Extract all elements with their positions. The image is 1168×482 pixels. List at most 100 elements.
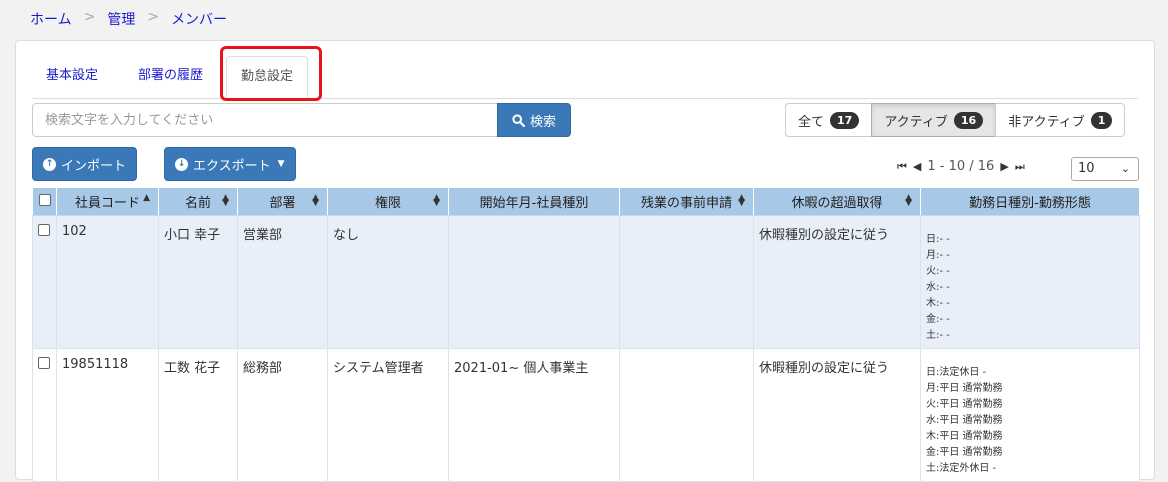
count-badge: 16 xyxy=(953,111,984,129)
cell-department: 営業部 xyxy=(237,215,328,349)
filter-all-button[interactable]: 全て 17 xyxy=(785,103,873,137)
header-leave[interactable]: 休暇の超過取得 ▲ ▼ xyxy=(753,187,921,216)
cell-overtime xyxy=(619,348,754,482)
search-icon xyxy=(512,113,525,127)
schedule-line: 火:平日 通常勤務 xyxy=(926,399,1003,410)
header-start-type: 開始年月-社員種別 xyxy=(448,187,620,216)
cell-start-type: 2021-01~ 個人事業主 xyxy=(448,348,620,482)
header-label: 残業の事前申請 xyxy=(640,196,732,211)
breadcrumb-separator: > xyxy=(83,9,96,25)
cell-role: システム管理者 xyxy=(327,348,449,482)
header-overtime[interactable]: 残業の事前申請 ▲ ▼ xyxy=(619,187,754,216)
breadcrumb-home[interactable]: ホーム xyxy=(30,9,72,29)
search-button[interactable]: 検索 xyxy=(497,103,571,137)
cell-leave: 休暇種別の設定に従う xyxy=(753,348,921,482)
schedule-line: 日:法定休日 - xyxy=(926,367,987,378)
select-all-checkbox[interactable] xyxy=(39,193,51,206)
header-label: 権限 xyxy=(374,196,401,211)
tab-basic-settings[interactable]: 基本設定 xyxy=(32,56,112,99)
cell-name[interactable]: 小口 幸子 xyxy=(158,215,238,349)
chevron-down-icon: ⌄ xyxy=(1120,162,1130,175)
header-label: 名前 xyxy=(184,196,211,211)
cell-leave: 休暇種別の設定に従う xyxy=(753,215,921,349)
schedule-line: 火:- - xyxy=(926,266,950,277)
schedule-line: 月:平日 通常勤務 xyxy=(926,383,1003,394)
row-checkbox[interactable] xyxy=(38,357,50,369)
cell-overtime xyxy=(619,215,754,349)
header-label: 勤務日種別-勤務形態 xyxy=(969,196,1091,211)
cell-schedule: 日:- - 月:- - 火:- - 水:- - 木:- - 金:- - 土:- … xyxy=(920,215,1140,349)
schedule-line: 金:- - xyxy=(926,314,950,325)
cell-department: 総務部 xyxy=(237,348,328,482)
members-table: 社員コード ▲ 名前 ▲ ▼ 部署 ▲ ▼ 権限 ▲ ▼ 開始年月-社員種別 残業の事前申請 ▲… xyxy=(32,187,1140,482)
tab-attendance-settings[interactable]: 勤怠設定 xyxy=(226,56,309,99)
schedule-line: 月:- - xyxy=(926,250,950,261)
cell-employee-code: 102 xyxy=(56,215,159,349)
sort-asc-icon: ▲ xyxy=(143,193,150,203)
row-checkbox[interactable] xyxy=(38,224,50,236)
next-page-icon[interactable]: ▶ xyxy=(1000,160,1008,173)
upload-icon: ↑ xyxy=(43,157,56,171)
pager: ⏮ ◀ 1 - 10 / 16 ▶ ⏭ xyxy=(897,159,1025,174)
count-badge: 17 xyxy=(830,111,860,129)
header-label: 部署 xyxy=(269,196,296,211)
table-row: 19851118 工数 花子 総務部 システム管理者 2021-01~ 個人事業… xyxy=(32,348,1140,482)
breadcrumb-members[interactable]: メンバー xyxy=(171,9,227,29)
search-button-label: 検索 xyxy=(529,114,556,130)
sort-icon: ▲ ▼ xyxy=(312,193,319,208)
status-filter-group: 全て 17 アクティブ 16 非アクティブ 1 xyxy=(785,103,1126,137)
schedule-line: 水:平日 通常勤務 xyxy=(926,415,1003,426)
import-button[interactable]: ↑ インポート xyxy=(32,147,138,181)
cell-role: なし xyxy=(327,215,449,349)
table-header-row: 社員コード ▲ 名前 ▲ ▼ 部署 ▲ ▼ 権限 ▲ ▼ 開始年月-社員種別 残業の事前申請 ▲… xyxy=(32,187,1140,216)
header-name[interactable]: 名前 ▲ ▼ xyxy=(158,187,238,216)
caret-down-icon: ▼ xyxy=(277,159,285,169)
filter-label: 全て xyxy=(798,114,825,130)
schedule-line: 木:- - xyxy=(926,298,950,309)
page-size-select[interactable]: 10 ⌄ xyxy=(1071,157,1139,181)
schedule-line: 金:平日 通常勤務 xyxy=(926,447,1003,458)
schedule-line: 土:- - xyxy=(926,330,950,341)
header-role[interactable]: 権限 ▲ ▼ xyxy=(327,187,449,216)
sort-icon: ▲ ▼ xyxy=(738,193,745,208)
cell-employee-code: 19851118 xyxy=(56,348,159,482)
header-employee-code[interactable]: 社員コード ▲ xyxy=(56,187,159,216)
search-input[interactable] xyxy=(32,103,498,137)
tab-bar: 基本設定 部署の履歴 勤怠設定 xyxy=(32,56,1138,99)
count-badge: 1 xyxy=(1090,111,1113,129)
prev-page-icon[interactable]: ◀ xyxy=(913,160,921,173)
first-page-icon[interactable]: ⏮ xyxy=(897,160,907,174)
header-schedule: 勤務日種別-勤務形態 xyxy=(920,187,1140,216)
header-label: 休暇の超過取得 xyxy=(791,196,883,211)
breadcrumb-admin[interactable]: 管理 xyxy=(107,9,135,29)
download-icon: ↓ xyxy=(175,157,188,171)
filter-active-button[interactable]: アクティブ 16 xyxy=(871,103,997,137)
export-label: エクスポート xyxy=(193,158,271,174)
schedule-line: 木:平日 通常勤務 xyxy=(926,431,1003,442)
row-select-cell xyxy=(32,348,57,482)
tab-department-history[interactable]: 部署の履歴 xyxy=(124,56,217,99)
header-label: 社員コード xyxy=(74,196,140,211)
import-label: インポート xyxy=(61,158,127,174)
select-all-cell xyxy=(32,187,57,216)
filter-label: 非アクティブ xyxy=(1008,114,1085,130)
sort-icon: ▲ ▼ xyxy=(905,193,912,208)
schedule-line: 水:- - xyxy=(926,282,950,293)
export-button[interactable]: ↓ エクスポート ▼ xyxy=(164,147,296,181)
schedule-line: 日:- - xyxy=(926,234,950,245)
sort-icon: ▲ ▼ xyxy=(433,193,440,208)
header-department[interactable]: 部署 ▲ ▼ xyxy=(237,187,328,216)
breadcrumb-separator: > xyxy=(147,9,160,25)
page-range: 1 - 10 / 16 xyxy=(927,159,995,174)
filter-inactive-button[interactable]: 非アクティブ 1 xyxy=(995,103,1126,137)
schedule-line: 土:法定外休日 - xyxy=(926,463,997,474)
cell-start-type xyxy=(448,215,620,349)
last-page-icon[interactable]: ⏭ xyxy=(1015,160,1025,174)
table-row: 102 小口 幸子 営業部 なし 休暇種別の設定に従う 日:- - 月:- - … xyxy=(32,215,1140,349)
cell-name[interactable]: 工数 花子 xyxy=(158,348,238,482)
filter-label: アクティブ xyxy=(884,114,948,130)
main-panel: 基本設定 部署の履歴 勤怠設定 検索 全て 17 アクティブ 16 非アクティブ… xyxy=(15,40,1155,482)
row-select-cell xyxy=(32,215,57,349)
sort-icon: ▲ ▼ xyxy=(222,193,229,208)
breadcrumb: ホーム > 管理 > メンバー xyxy=(30,9,227,29)
